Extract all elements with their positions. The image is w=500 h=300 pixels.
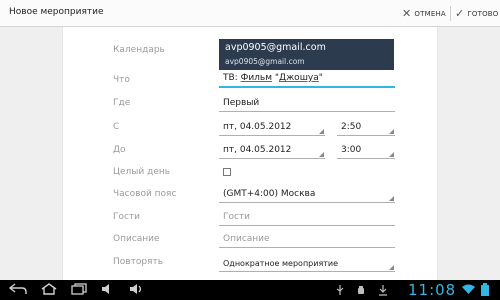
to-label: До [113,145,126,155]
to-date-picker[interactable]: пт, 04.05.2012 [219,140,325,159]
download-icon [378,285,388,298]
dropdown-triangle-icon [389,265,394,270]
dropdown-triangle-icon [389,196,394,201]
system-bar: 11:08 [0,280,500,300]
all-day-checkbox[interactable] [223,168,231,176]
timezone-selector[interactable]: (GMT+4:00) Москва [219,184,395,203]
calendar-label: Календарь [113,45,165,55]
usb-icon [335,285,345,298]
done-button[interactable]: ✓ ГОТОВО [455,0,499,27]
wifi-icon [462,284,475,297]
status-clock: 11:08 [408,281,457,299]
from-label: С [113,122,120,132]
what-value: ТВ: Фильм "Джошуа" [223,73,323,83]
what-label: Что [113,75,130,85]
done-label: ГОТОВО [467,9,499,18]
from-time-picker[interactable]: 2:50 [337,117,395,136]
close-icon: ✕ [402,7,412,20]
description-label: Описание [113,234,160,244]
android-debug-icon [356,285,366,298]
battery-icon [481,283,489,298]
where-value: Первый [223,98,260,108]
where-label: Где [113,98,131,108]
from-date-picker[interactable]: пт, 04.05.2012 [219,117,325,136]
all-day-label: Целый день [113,167,171,177]
recent-apps-icon[interactable] [70,283,88,299]
where-field[interactable]: Первый [219,93,395,112]
checkmark-icon: ✓ [455,7,465,20]
dropdown-triangle-icon [389,152,394,157]
action-separator [450,6,451,21]
to-time-picker[interactable]: 3:00 [337,140,395,159]
guests-field[interactable]: Гости [219,207,395,226]
guests-placeholder: Гости [223,212,251,222]
volume-down-icon[interactable] [101,283,115,299]
cancel-label: ОТМЕНА [414,9,446,18]
back-icon[interactable] [8,283,27,299]
to-time-value: 3:00 [341,145,362,155]
guests-label: Гости [113,212,141,222]
calendar-selector[interactable]: avp0905@gmail.com avp0905@gmail.com [219,39,394,70]
what-field[interactable]: ТВ: Фильм "Джошуа" [219,69,395,88]
calendar-account-name: avp0905@gmail.com [225,42,326,53]
from-time-value: 2:50 [341,122,362,132]
cancel-button[interactable]: ✕ ОТМЕНА [402,0,446,27]
calendar-account-email: avp0905@gmail.com [225,57,305,66]
repeat-label: Повторять [113,257,164,267]
dropdown-triangle-icon [319,129,324,134]
page-title: Новое мероприятие [9,7,104,17]
description-placeholder: Описание [223,234,270,244]
home-icon[interactable] [40,283,58,299]
event-form: Календарь avp0905@gmail.com avp0905@gmai… [62,27,438,280]
from-date-value: пт, 04.05.2012 [223,122,292,132]
timezone-label: Часовой пояс [113,189,177,199]
action-bar: Новое мероприятие ✕ ОТМЕНА ✓ ГОТОВО [0,0,500,27]
timezone-value: (GMT+4:00) Москва [223,189,316,199]
repeat-selector[interactable]: Однократное мероприятие [219,253,395,272]
description-field[interactable]: Описание [219,229,395,248]
volume-up-icon[interactable] [129,283,145,299]
repeat-value: Однократное мероприятие [223,259,339,268]
dropdown-triangle-icon [389,129,394,134]
dropdown-triangle-icon [319,152,324,157]
to-date-value: пт, 04.05.2012 [223,145,292,155]
